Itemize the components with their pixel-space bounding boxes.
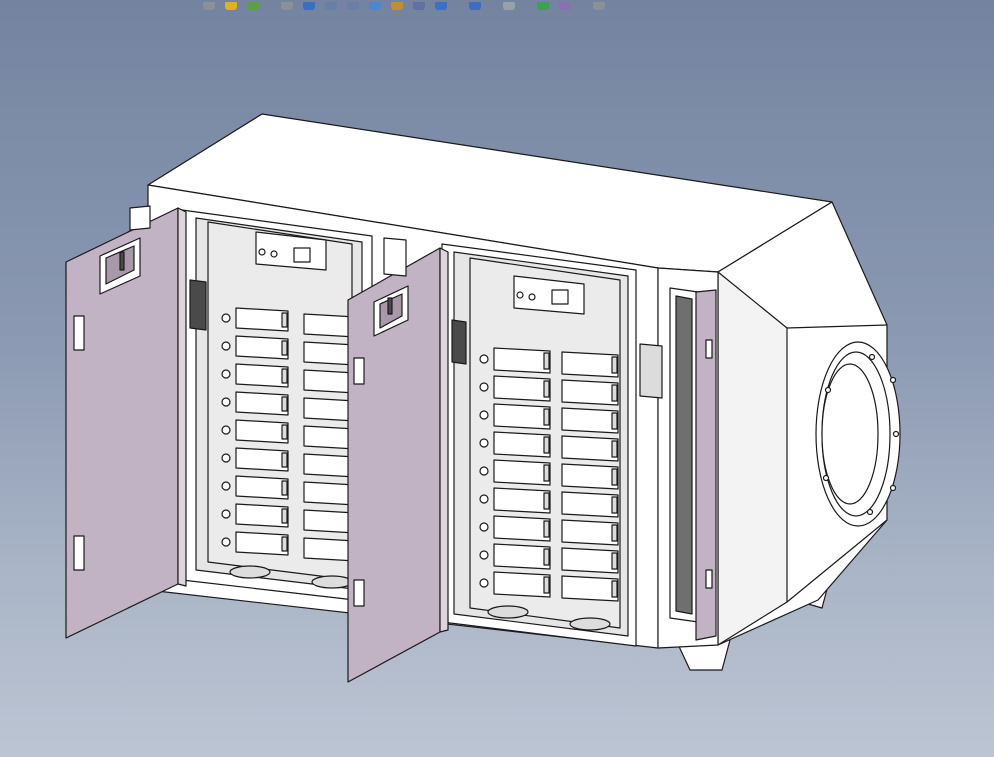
uv-lamp-module[interactable] [235,363,289,388]
lamp-terminal [611,580,618,598]
middle-post [383,237,407,277]
mounting-hole [479,550,489,560]
mounting-hole [479,438,489,448]
lamp-terminal [281,340,288,356]
fan-motor-4 [569,617,611,631]
lamp-terminal [611,524,618,542]
lamp-terminal [543,464,550,482]
lamp-terminal [543,436,550,454]
lamp-terminal [281,536,288,552]
mounting-hole [221,537,231,547]
end-cap-bevel [717,271,788,646]
mounting-hole [479,578,489,588]
lamp-terminal [543,408,550,426]
mounting-hole [221,369,231,379]
mounting-hole [221,509,231,519]
graphics-viewport[interactable] [0,0,994,757]
uv-lamp-module[interactable] [493,459,551,486]
uv-lamp-module[interactable] [561,463,619,490]
mounting-hole [479,354,489,364]
middle-door-edge [439,247,449,633]
uv-lamp-module[interactable] [561,519,619,546]
uv-lamp-module[interactable] [561,491,619,518]
mounting-hole [221,481,231,491]
uv-lamp-module[interactable] [561,435,619,462]
lamp-terminal [611,384,618,402]
uv-lamp-module[interactable] [235,419,289,444]
uv-lamp-module[interactable] [493,515,551,542]
lamp-terminal [543,380,550,398]
uv-lamp-module[interactable] [561,379,619,406]
uv-lamp-module[interactable] [493,571,551,598]
mounting-hole [479,522,489,532]
mounting-hole [221,397,231,407]
lamp-terminal [543,352,550,370]
mounting-hole [479,466,489,476]
uv-lamp-module[interactable] [235,475,289,500]
uv-lamp-module[interactable] [561,547,619,574]
mounting-hole [479,494,489,504]
uv-lamp-module[interactable] [493,375,551,402]
uv-lamp-module[interactable] [493,403,551,430]
lamp-terminal [281,480,288,496]
lamp-terminal [543,576,550,594]
lamp-terminal [543,492,550,510]
lamp-terminal [281,368,288,384]
left-post [129,205,151,231]
mounting-hole [479,382,489,392]
mounting-hole [221,313,231,323]
lamp-terminal [611,468,618,486]
mounting-hole [479,410,489,420]
lamp-terminal [281,452,288,468]
cad-model[interactable] [0,0,994,757]
uv-lamp-module[interactable] [235,447,289,472]
uv-lamp-module[interactable] [235,335,289,360]
uv-lamp-module[interactable] [235,531,289,556]
filter-mesh [675,295,693,615]
outlet-flange [815,341,901,527]
uv-lamp-module[interactable] [561,575,619,602]
fan-motor-3 [487,605,529,619]
mounting-hole [221,341,231,351]
lamp-terminal [281,424,288,440]
lamp-terminal [611,412,618,430]
mounting-hole [221,425,231,435]
lamp-terminal [611,356,618,374]
compartment-2-lamps [479,347,619,602]
lamp-terminal [281,508,288,524]
uv-lamp-module[interactable] [561,351,619,378]
uv-lamp-module[interactable] [493,543,551,570]
uv-lamp-module[interactable] [493,487,551,514]
lamp-terminal [543,520,550,538]
uv-lamp-module[interactable] [561,407,619,434]
uv-lamp-module[interactable] [493,347,551,374]
lamp-terminal [281,396,288,412]
lamp-terminal [611,496,618,514]
uv-lamp-module[interactable] [235,503,289,528]
uv-lamp-module[interactable] [493,431,551,458]
uv-lamp-module[interactable] [235,391,289,416]
fan-motor-1 [229,565,271,579]
mounting-hole [221,453,231,463]
lamp-terminal [611,552,618,570]
lamp-terminal [543,548,550,566]
compartment-1-side-vent [189,279,207,331]
lamp-terminal [281,312,288,328]
left-door-edge [177,207,187,587]
lamp-terminal [611,440,618,458]
fan-motor-2 [311,575,353,589]
uv-lamp-module[interactable] [235,307,289,332]
